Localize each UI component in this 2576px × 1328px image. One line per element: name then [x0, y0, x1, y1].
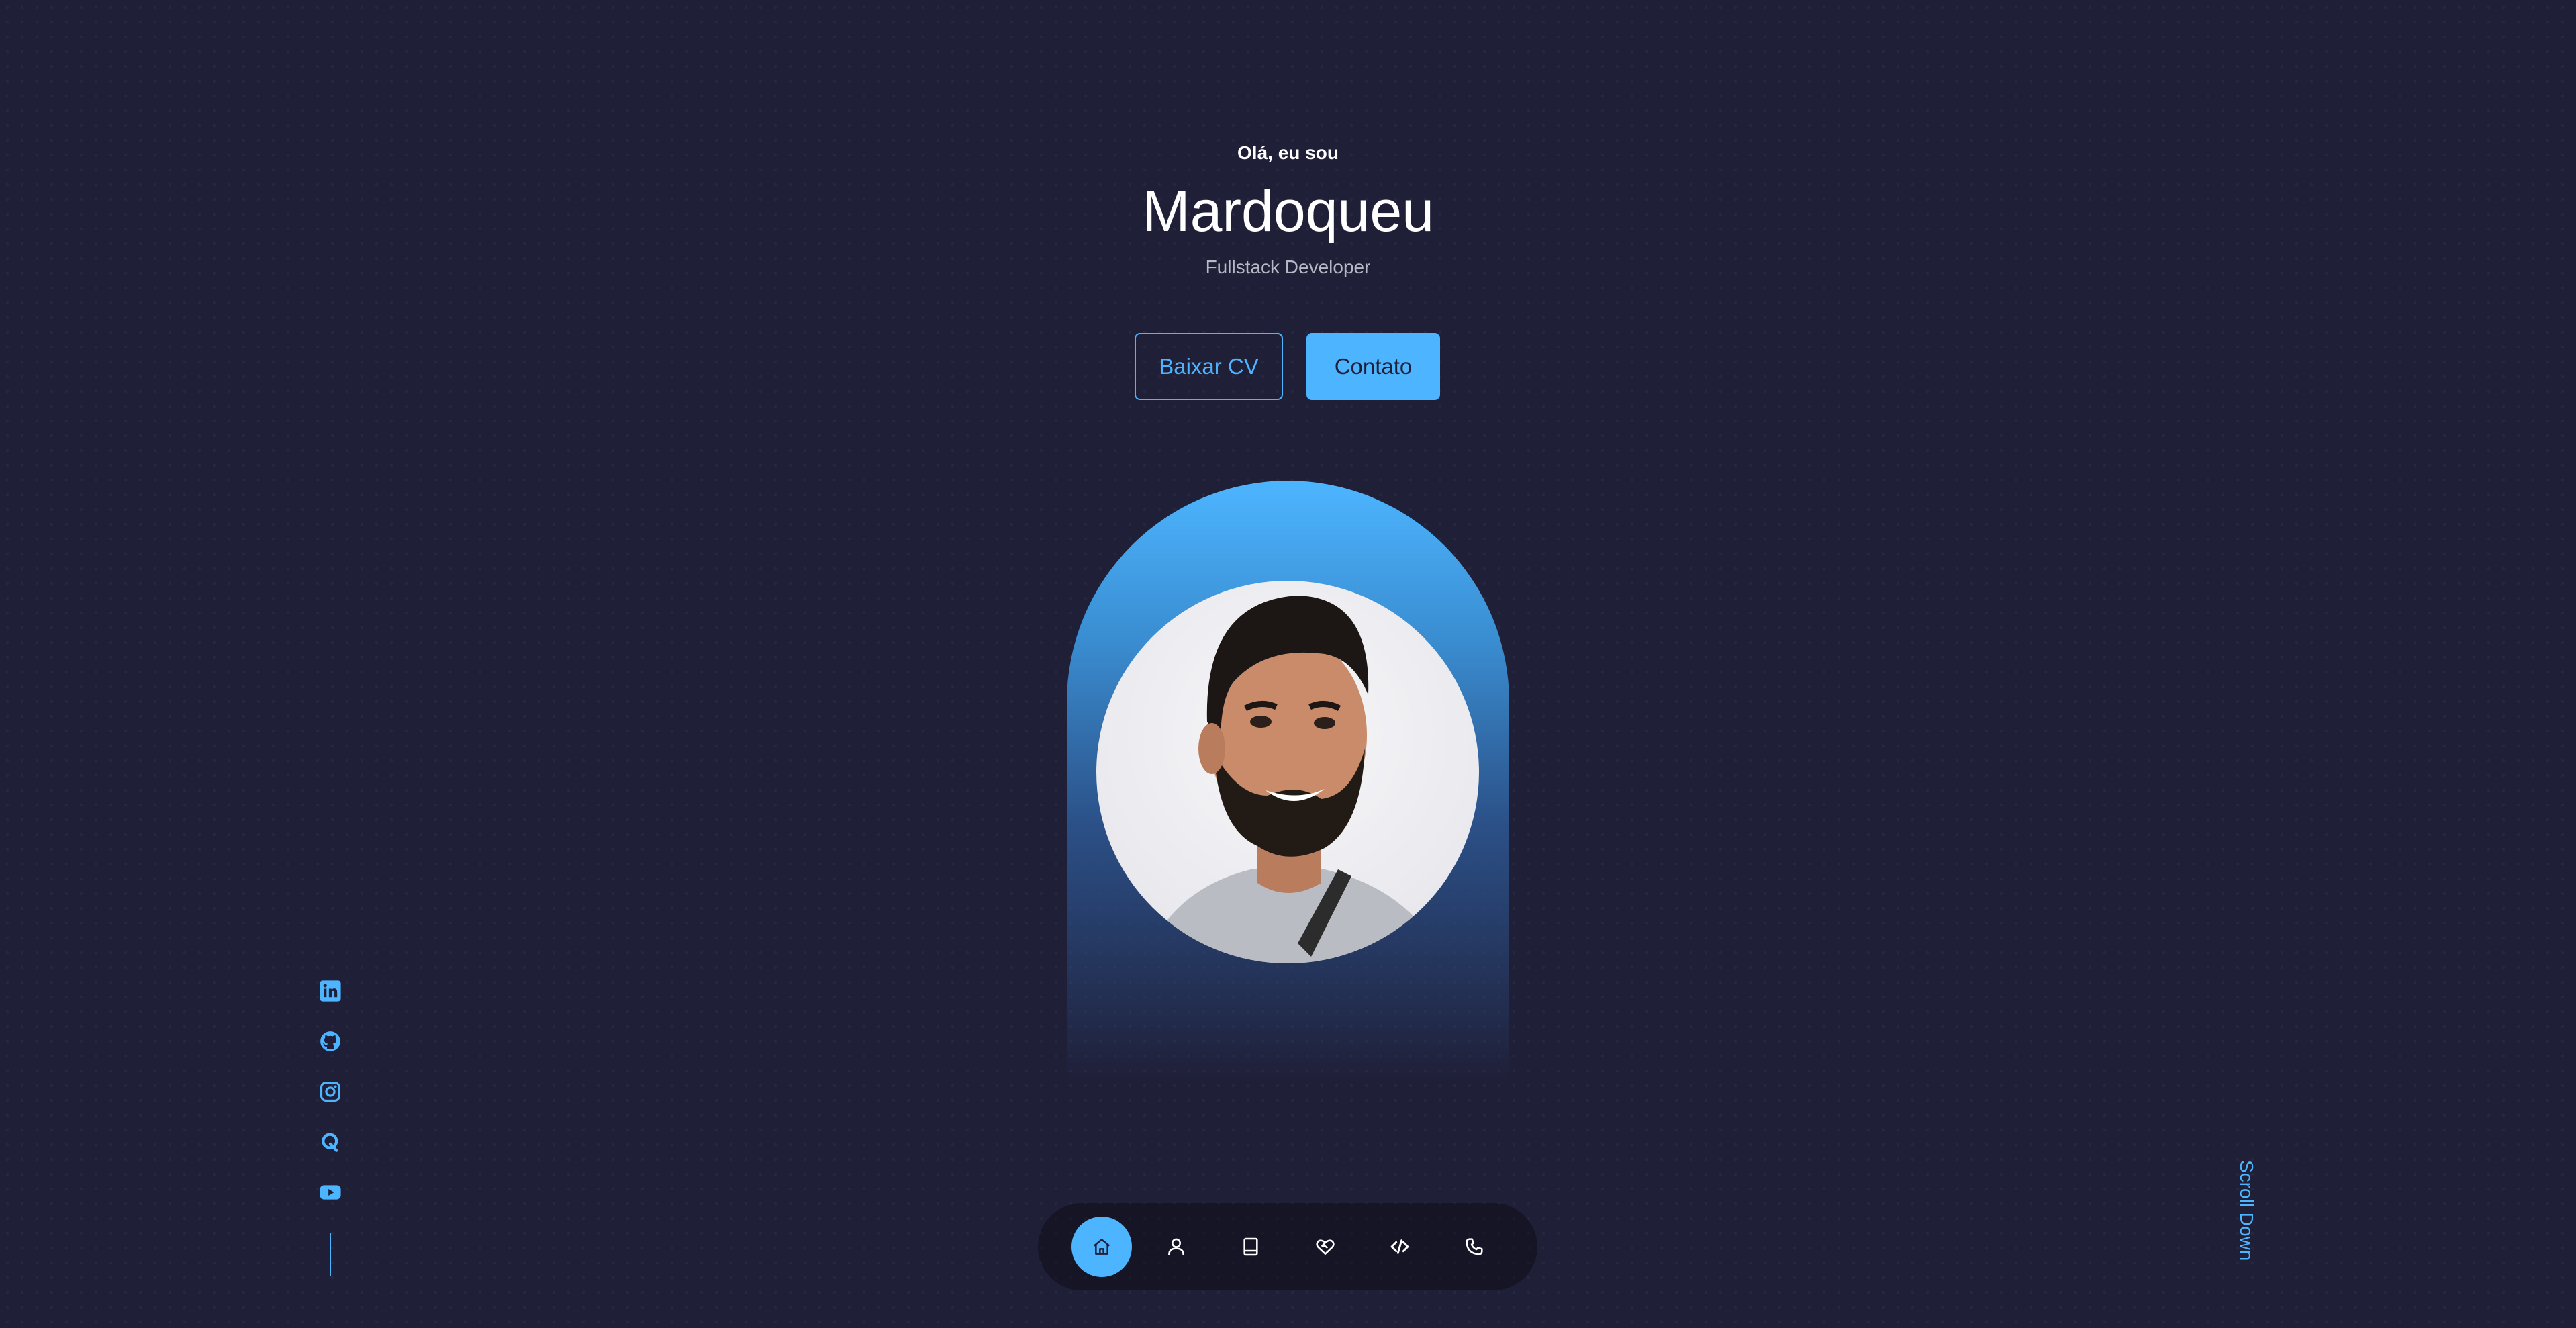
contact-button[interactable]: Contato [1306, 333, 1440, 400]
youtube-link[interactable] [317, 1179, 344, 1206]
hero-section: Olá, eu sou Mardoqueu Fullstack Develope… [0, 0, 2576, 1328]
github-icon [320, 1031, 340, 1051]
nav-services[interactable] [1295, 1217, 1355, 1277]
page-title: Mardoqueu [1141, 179, 1435, 244]
instagram-icon [320, 1081, 341, 1102]
github-link[interactable] [317, 1028, 344, 1055]
social-divider-line [330, 1233, 331, 1276]
code-icon [1390, 1239, 1409, 1254]
bottom-nav [1038, 1203, 1537, 1290]
quora-link[interactable] [317, 1129, 344, 1155]
linkedin-icon [320, 980, 341, 1002]
linkedin-link[interactable] [317, 978, 344, 1004]
home-icon [1093, 1239, 1110, 1255]
instagram-link[interactable] [317, 1078, 344, 1105]
role-subtitle: Fullstack Developer [1205, 256, 1371, 277]
youtube-icon [320, 1185, 341, 1200]
profile-photo [1143, 596, 1445, 963]
scroll-down-link[interactable]: Scroll Down [2236, 1160, 2257, 1268]
phone-icon [1466, 1238, 1483, 1255]
nav-experience[interactable] [1221, 1217, 1281, 1277]
download-cv-button[interactable]: Baixar CV [1135, 333, 1283, 400]
nav-contact[interactable] [1444, 1217, 1505, 1277]
user-icon [1168, 1238, 1184, 1255]
greeting-text: Olá, eu sou [1237, 142, 1339, 163]
nav-home[interactable] [1071, 1217, 1132, 1277]
quora-icon [322, 1133, 338, 1152]
nav-portfolio[interactable] [1370, 1217, 1430, 1277]
book-icon [1243, 1237, 1258, 1256]
nav-about[interactable] [1146, 1217, 1206, 1277]
heart-handshake-icon [1316, 1239, 1335, 1255]
profile-avatar [1096, 581, 1479, 963]
social-links [317, 978, 344, 1276]
